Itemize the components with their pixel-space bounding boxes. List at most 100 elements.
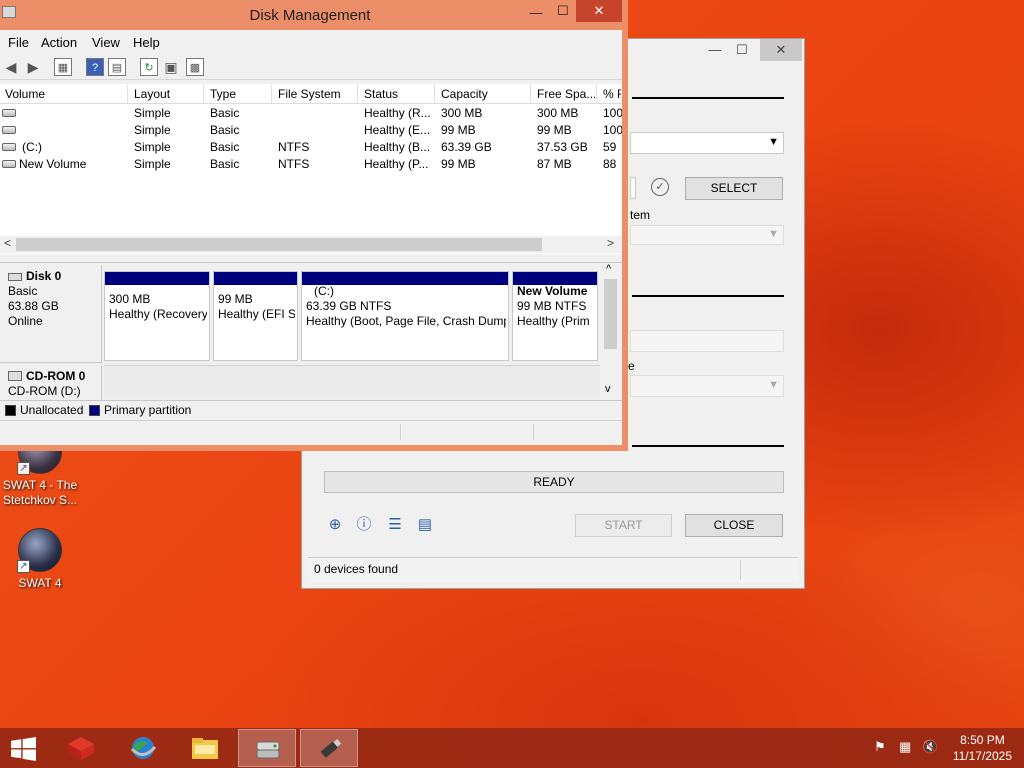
partition-c[interactable]: (C:) 63.39 GB NTFS Healthy (Boot, Page F… (301, 271, 509, 361)
close-button[interactable]: CLOSE (685, 514, 783, 537)
device-dropdown[interactable]: ▼ (630, 132, 784, 154)
boot-selection-field[interactable] (630, 177, 636, 199)
disk0-state: Online (8, 314, 43, 328)
legend-primary-partition: Primary partition (104, 403, 192, 417)
help-icon[interactable]: ? (86, 58, 104, 76)
select-button[interactable]: SELECT (685, 177, 783, 200)
minimize-button[interactable]: — (700, 39, 730, 61)
partition-new-volume[interactable]: New Volume 99 MB NTFS Healthy (Prim (512, 271, 598, 361)
usb-drive-icon (320, 738, 342, 758)
horizontal-scrollbar[interactable]: < > (0, 236, 622, 253)
volume-list-header: Volume Layout Type File System Status Ca… (0, 84, 622, 104)
column-percent-free[interactable]: % F (603, 87, 621, 101)
rescan-disks-icon[interactable]: ▣ (162, 58, 180, 76)
cdrom0-info[interactable]: CD-ROM 0 CD-ROM (D:) (0, 365, 102, 401)
table-row[interactable]: Simple Basic Healthy (R... 300 MB 300 MB… (0, 105, 622, 122)
show-hide-console-tree-icon[interactable]: ▦ (54, 58, 72, 76)
disk0-info[interactable]: Disk 0 Basic 63.88 GB Online (0, 265, 102, 363)
cdrom0-sub: CD-ROM (D:) (8, 384, 81, 398)
volume-label-field[interactable] (630, 330, 784, 352)
usb-tool-statusbar: 0 devices found (308, 557, 798, 583)
back-arrow-icon[interactable]: ◀ (2, 58, 20, 76)
chevron-down-icon: ▼ (768, 228, 779, 240)
taskbar-usb-tool[interactable] (300, 729, 358, 767)
partition-scheme-dropdown[interactable]: ▼ (630, 225, 784, 245)
globe-icon[interactable]: ⊕ (326, 516, 344, 534)
table-row[interactable]: (C:) Simple Basic NTFS Healthy (B... 63.… (0, 139, 622, 156)
settings-sliders-icon[interactable]: ☰ (386, 516, 404, 534)
refresh-icon[interactable]: ↻ (140, 58, 158, 76)
info-icon[interactable]: ⓘ (355, 516, 373, 534)
partition-text: 99 MB Healthy (EFI S (218, 292, 295, 321)
cell-status: Healthy (B... (364, 140, 431, 154)
taskbar-file-explorer[interactable] (176, 729, 234, 767)
statusbar-divider (740, 560, 741, 580)
volume-muted-icon[interactable]: 🔇 (922, 739, 938, 755)
partition-efi[interactable]: 99 MB Healthy (EFI S (213, 271, 298, 361)
cell-volume: (C:) (22, 140, 42, 154)
close-window-button[interactable]: ✕ (760, 39, 802, 61)
cell-status: Healthy (P... (364, 157, 429, 171)
table-row[interactable]: New Volume Simple Basic NTFS Healthy (P.… (0, 156, 622, 173)
scroll-down-icon[interactable]: v (605, 383, 611, 395)
scrollbar-thumb[interactable] (16, 238, 542, 251)
check-icon[interactable]: ✓ (651, 178, 669, 196)
properties-icon[interactable]: ▤ (108, 58, 126, 76)
minimize-button[interactable]: — (521, 2, 551, 24)
column-layout[interactable]: Layout (134, 87, 202, 101)
menu-view[interactable]: View (92, 35, 120, 50)
network-icon[interactable]: ▦ (899, 739, 911, 755)
column-volume[interactable]: Volume (5, 87, 125, 101)
devices-found-text: 0 devices found (314, 562, 399, 576)
scrollbar-thumb[interactable] (604, 279, 617, 349)
cell-free: 300 MB (537, 106, 579, 120)
maximize-button[interactable]: ☐ (727, 39, 757, 61)
cell-free: 87 MB (537, 157, 572, 171)
legend: Unallocated Primary partition (0, 400, 622, 418)
vertical-scrollbar[interactable]: ^ v (602, 263, 619, 399)
column-type[interactable]: Type (210, 87, 270, 101)
column-free-space[interactable]: Free Spa... (537, 87, 595, 101)
cell-capacity: 99 MB (441, 123, 476, 137)
clock-date: 11/17/2025 (952, 749, 1012, 763)
taskbar-app-games[interactable] (52, 729, 110, 767)
action-center-flag-icon[interactable]: ⚑ (874, 739, 886, 755)
folder-icon (192, 738, 218, 759)
partition-color-bar (105, 272, 209, 285)
column-status[interactable]: Status (364, 87, 434, 101)
scroll-up-icon[interactable]: ^ (606, 263, 611, 275)
export-list-icon[interactable]: ▩ (186, 58, 204, 76)
partition-text: New Volume 99 MB NTFS Healthy (Prim (517, 284, 590, 328)
start-button[interactable] (0, 729, 58, 767)
volume-list: Volume Layout Type File System Status Ca… (0, 84, 622, 254)
close-window-button[interactable]: ✕ (576, 0, 622, 22)
disk-management-icon (256, 741, 280, 759)
taskbar-app-browser[interactable] (114, 729, 172, 767)
cell-layout: Simple (134, 123, 171, 137)
menu-action[interactable]: Action (41, 35, 77, 50)
maximize-button[interactable]: ☐ (548, 0, 578, 22)
menu-help[interactable]: Help (133, 35, 160, 50)
section-divider (632, 445, 784, 447)
taskbar-disk-management[interactable] (238, 729, 296, 767)
cdrom0-area (104, 365, 600, 399)
primary-partition-swatch (89, 405, 100, 416)
scroll-left-icon[interactable]: < (4, 236, 11, 250)
column-capacity[interactable]: Capacity (441, 87, 529, 101)
drive-icon (2, 126, 16, 134)
cell-layout: Simple (134, 106, 171, 120)
column-file-system[interactable]: File System (278, 87, 356, 101)
partition-recovery[interactable]: 300 MB Healthy (Recovery (104, 271, 210, 361)
shortcut-arrow-icon: ↗ (17, 560, 30, 573)
cell-layout: Simple (134, 140, 171, 154)
start-button[interactable]: START (575, 514, 672, 537)
cluster-size-dropdown[interactable]: ▼ (630, 375, 784, 397)
menu-file[interactable]: File (8, 35, 29, 50)
log-icon[interactable]: ▤ (416, 516, 434, 534)
table-row[interactable]: Simple Basic Healthy (E... 99 MB 99 MB 1… (0, 122, 622, 139)
scroll-right-icon[interactable]: > (607, 236, 614, 250)
drive-icon (2, 143, 16, 151)
clock[interactable]: 8:50 PM 11/17/2025 (953, 732, 1012, 764)
desktop-icon-swat4[interactable]: ↗ SWAT 4 (0, 528, 80, 591)
forward-arrow-icon[interactable]: ▶ (24, 58, 42, 76)
